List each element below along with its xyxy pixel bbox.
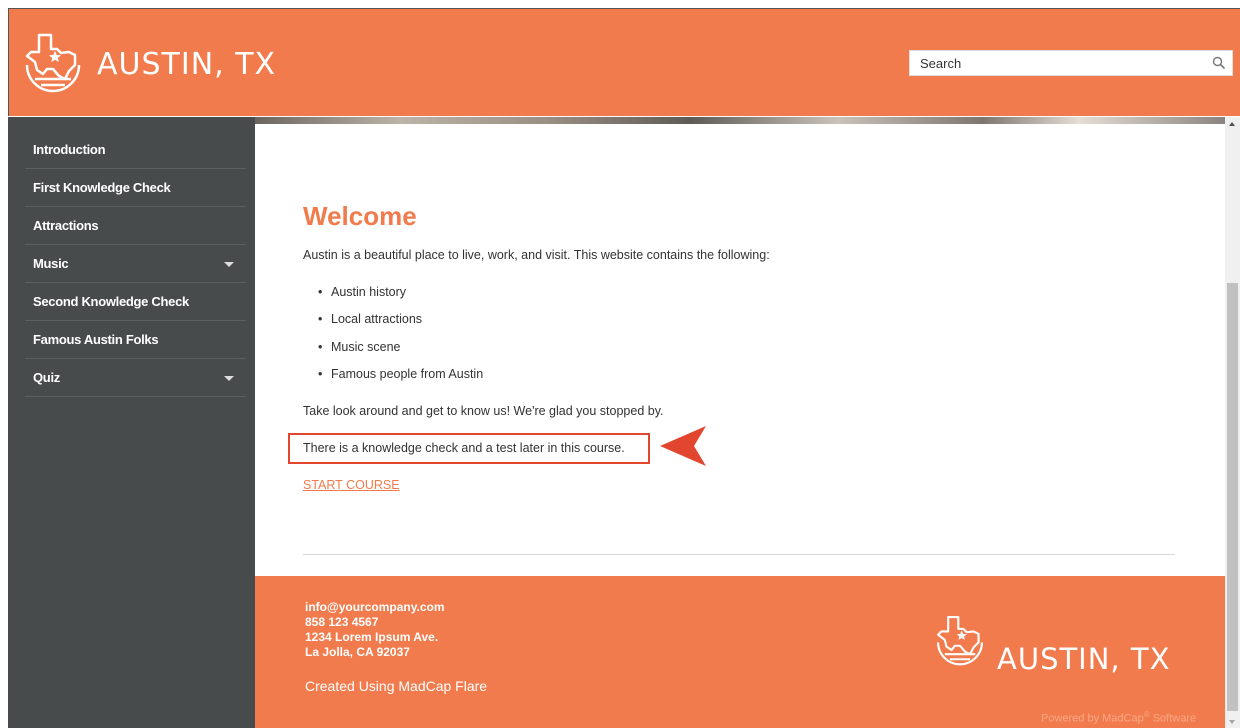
search-input[interactable]	[910, 51, 1200, 75]
sidebar-nav: Introduction First Knowledge Check Attra…	[8, 117, 255, 728]
contact-phone: 858 123 4567	[305, 615, 379, 629]
site-brand[interactable]: AUSTIN, TX	[97, 47, 276, 82]
welcome-message: Take look around and get to know us! We'…	[303, 404, 664, 418]
sidebar-item-label: First Knowledge Check	[33, 180, 171, 195]
footer-brand: AUSTIN, TX	[997, 642, 1171, 676]
notice-text: There is a knowledge check and a test la…	[303, 441, 625, 455]
sidebar-item-music[interactable]: Music	[25, 245, 246, 283]
chevron-down-icon[interactable]	[224, 376, 234, 381]
powered-by-suffix: Software	[1149, 712, 1197, 725]
main-content: Welcome Austin is a beautiful place to l…	[255, 117, 1225, 577]
scroll-up-arrow-icon[interactable]	[1229, 122, 1235, 126]
callout-arrow-icon	[660, 426, 706, 466]
search-icon[interactable]	[1212, 56, 1226, 70]
contact-email: info@yourcompany.com	[305, 600, 445, 614]
scroll-down-arrow-icon[interactable]	[1229, 720, 1235, 724]
start-course-link[interactable]: START COURSE	[303, 478, 400, 492]
list-item: Famous people from Austin	[318, 367, 483, 394]
sidebar-item-label: Introduction	[33, 142, 106, 157]
sidebar-item-label: Famous Austin Folks	[33, 332, 159, 347]
sidebar-item-famous-austin-folks[interactable]: Famous Austin Folks	[25, 321, 246, 359]
sidebar-item-label: Quiz	[33, 370, 60, 385]
site-header: AUSTIN, TX	[8, 8, 1240, 116]
intro-text: Austin is a beautiful place to live, wor…	[303, 248, 770, 262]
chevron-down-icon[interactable]	[224, 262, 234, 267]
powered-by-link[interactable]: Powered by MadCap® Software	[1041, 710, 1196, 725]
divider	[303, 554, 1175, 555]
feature-list: Austin history Local attractions Music s…	[318, 285, 483, 394]
highlighted-notice: There is a knowledge check and a test la…	[288, 433, 650, 464]
sidebar-item-label: Attractions	[33, 218, 99, 233]
site-footer: info@yourcompany.com 858 123 4567 1234 L…	[255, 576, 1225, 728]
contact-info: info@yourcompany.com 858 123 4567 1234 L…	[305, 600, 445, 660]
contact-address-line1: 1234 Lorem Ipsum Ave.	[305, 630, 439, 644]
sidebar-item-first-knowledge-check[interactable]: First Knowledge Check	[25, 169, 246, 207]
texas-logo-icon	[937, 616, 983, 666]
search-box[interactable]	[909, 50, 1233, 76]
sidebar-item-introduction[interactable]: Introduction	[25, 131, 246, 169]
sidebar-item-label: Second Knowledge Check	[33, 294, 189, 309]
nav-list: Introduction First Knowledge Check Attra…	[8, 117, 255, 397]
created-with-text: Created Using MadCap Flare	[305, 678, 488, 694]
scrollbar-thumb[interactable]	[1227, 283, 1238, 711]
list-item: Austin history	[318, 285, 483, 312]
list-item: Local attractions	[318, 312, 483, 339]
page-title: Welcome	[303, 201, 417, 231]
contact-address-line2: La Jolla, CA 92037	[305, 645, 410, 659]
scrollbar[interactable]	[1225, 117, 1240, 728]
sidebar-item-label: Music	[33, 256, 69, 271]
sidebar-item-quiz[interactable]: Quiz	[25, 359, 246, 397]
list-item: Music scene	[318, 340, 483, 367]
sidebar-item-second-knowledge-check[interactable]: Second Knowledge Check	[25, 283, 246, 321]
texas-logo-icon[interactable]	[21, 29, 85, 93]
powered-by-text: Powered by MadCap	[1041, 712, 1144, 725]
sidebar-item-attractions[interactable]: Attractions	[25, 207, 246, 245]
banner-image	[255, 117, 1225, 124]
